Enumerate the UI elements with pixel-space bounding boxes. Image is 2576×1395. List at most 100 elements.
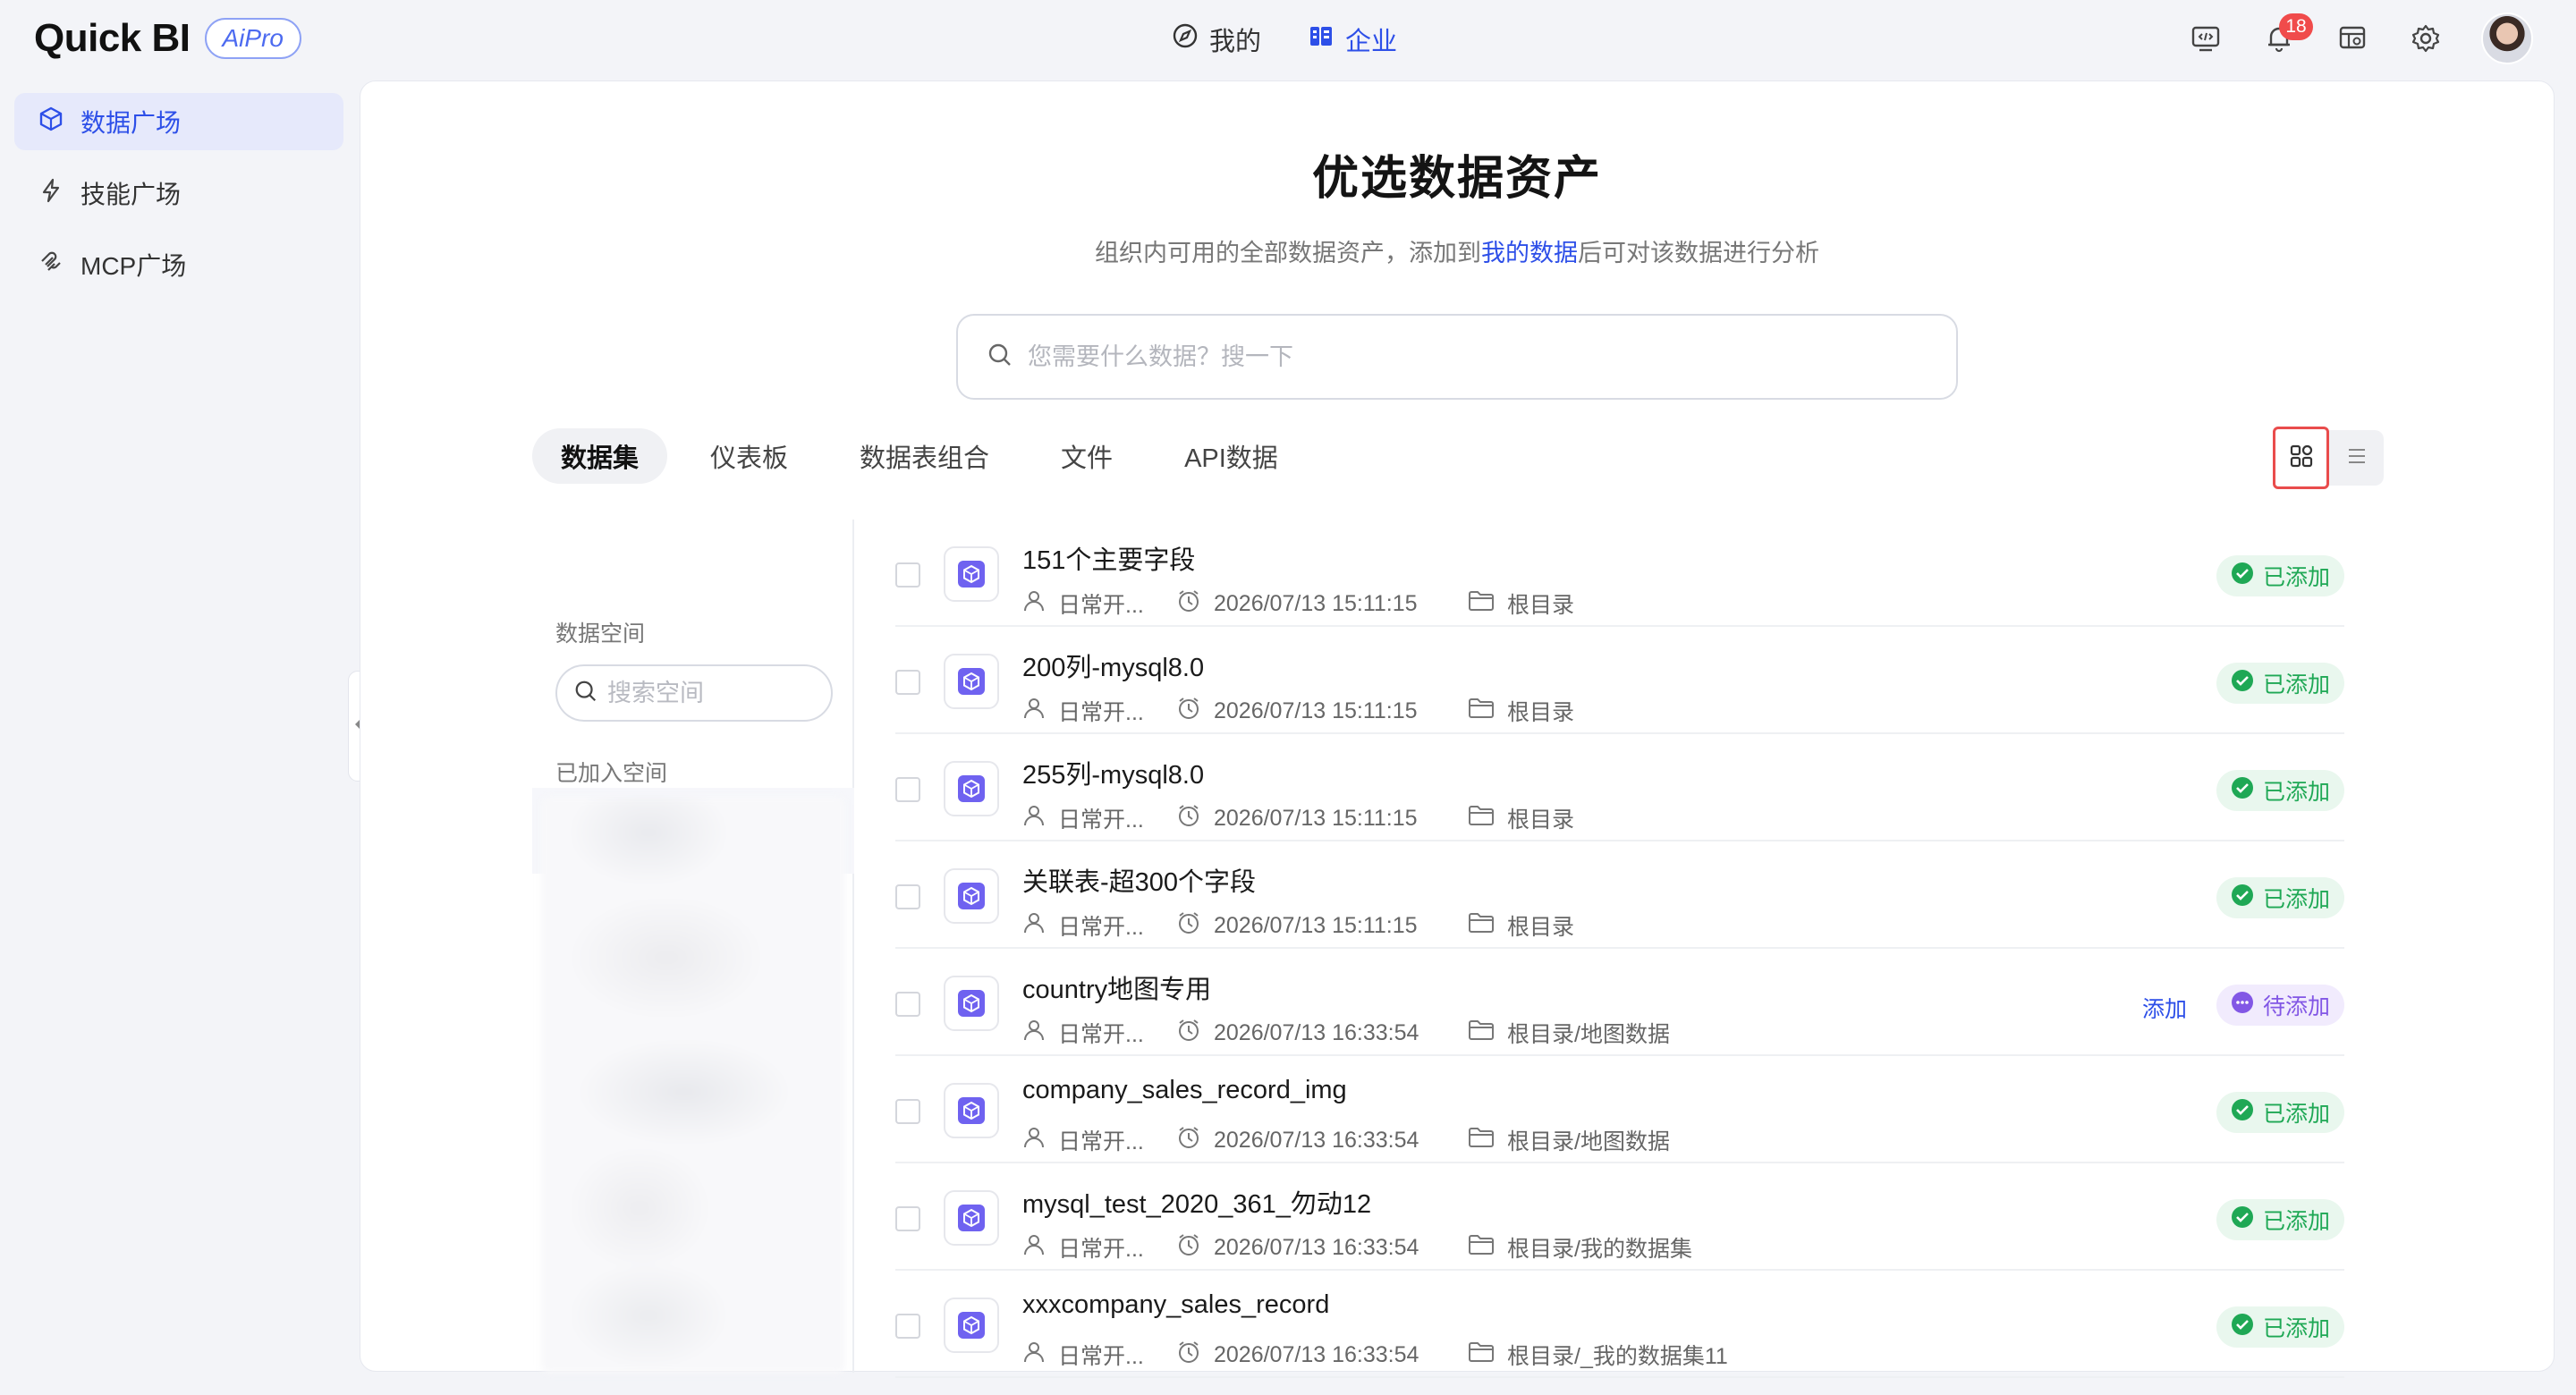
folder-icon xyxy=(1468,697,1495,726)
search-icon xyxy=(987,342,1013,373)
dataset-icon xyxy=(944,976,999,1031)
tab-table-combination[interactable]: 数据表组合 xyxy=(831,428,1018,484)
sidebar-item-label: 数据广场 xyxy=(80,109,182,137)
dataset-meta: 日常开... 2026/07/13 16:33:54 根目录/地图数据 xyxy=(1022,1017,1670,1049)
bell-icon[interactable]: 18 xyxy=(2261,13,2313,56)
path-text: 根目录/地图数据 xyxy=(1507,1022,1670,1047)
sidebar-item-skill-plaza[interactable]: 技能广场 xyxy=(14,165,343,222)
nav-enterprise[interactable]: 企业 xyxy=(1308,18,1397,61)
folder-icon xyxy=(1468,911,1495,941)
status-badge: 已添加 xyxy=(2216,1092,2344,1133)
tab-dataset[interactable]: 数据集 xyxy=(532,428,668,484)
logo-text: Quick BI xyxy=(34,16,191,60)
blurred-space-list xyxy=(541,797,845,1373)
row-checkbox[interactable] xyxy=(895,1314,920,1339)
alarm-clock-icon xyxy=(1176,696,1201,727)
row-checkbox[interactable] xyxy=(895,1206,920,1231)
status-text: 已添加 xyxy=(2262,1102,2330,1127)
my-data-link[interactable]: 我的数据 xyxy=(1481,240,1578,266)
sidebar-item-data-plaza[interactable]: 数据广场 xyxy=(14,93,343,150)
logo[interactable]: Quick BI AiPro xyxy=(34,16,301,61)
folder-icon xyxy=(1468,1233,1495,1263)
owner-name: 日常开... xyxy=(1058,593,1144,618)
folder-path: 根目录 xyxy=(1468,909,1574,942)
alarm-clock-icon xyxy=(1176,910,1201,942)
time-text: 2026/07/13 16:33:54 xyxy=(1214,1234,1419,1260)
table-row[interactable]: country地图专用 日常开... 2026/07/13 16:33:54 根… xyxy=(895,949,2344,1056)
building-icon xyxy=(1308,22,1335,56)
table-row[interactable]: 关联表-超300个字段 日常开... 2026/07/13 15:11:15 根… xyxy=(895,841,2344,949)
dataset-name[interactable]: 151个主要字段 xyxy=(1022,539,1195,577)
compass-icon xyxy=(1172,22,1199,56)
grid-view-button[interactable] xyxy=(2273,427,2330,489)
owner: 日常开... xyxy=(1022,1339,1176,1371)
dataset-icon xyxy=(944,1298,999,1353)
dataset-name[interactable]: 255列-mysql8.0 xyxy=(1022,754,1204,791)
dataset-meta: 日常开... 2026/07/13 16:33:54 根目录/地图数据 xyxy=(1022,1124,1670,1156)
time-text: 2026/07/13 15:11:15 xyxy=(1214,590,1418,616)
asset-search-box[interactable] xyxy=(956,314,1958,400)
table-row[interactable]: xxxcompany_sales_record 日常开... 2026/07/1… xyxy=(895,1271,2344,1378)
person-icon xyxy=(1022,1126,1046,1155)
folder-icon xyxy=(1468,1126,1495,1155)
tab-dashboard[interactable]: 仪表板 xyxy=(682,428,817,484)
tab-file[interactable]: 文件 xyxy=(1032,428,1141,484)
table-row[interactable]: company_sales_record_img 日常开... 2026/07/… xyxy=(895,1056,2344,1163)
gear-icon[interactable] xyxy=(2408,21,2444,56)
folder-path: 根目录/地图数据 xyxy=(1468,1017,1670,1049)
owner: 日常开... xyxy=(1022,588,1176,620)
status-badge: 待添加 xyxy=(2216,985,2344,1026)
status-text: 已添加 xyxy=(2262,887,2330,912)
code-screen-icon[interactable] xyxy=(2188,21,2224,56)
dashboard-settings-icon[interactable] xyxy=(2334,21,2370,56)
person-icon xyxy=(1022,1340,1046,1370)
person-icon xyxy=(1022,1019,1046,1048)
row-checkbox[interactable] xyxy=(895,562,920,588)
dataset-name[interactable]: 关联表-超300个字段 xyxy=(1022,861,1256,899)
dataset-icon xyxy=(944,546,999,602)
dataset-name[interactable]: 200列-mysql8.0 xyxy=(1022,647,1204,684)
cube-icon xyxy=(38,106,64,139)
folder-icon xyxy=(1468,804,1495,833)
joined-spaces-label: 已加入空间 xyxy=(555,761,668,786)
tab-api-data[interactable]: API数据 xyxy=(1156,428,1307,484)
owner-name: 日常开... xyxy=(1058,1129,1144,1154)
data-space-panel: 数据空间 已加入空间 xyxy=(532,520,854,1373)
mcp-icon xyxy=(38,249,64,282)
modified-time: 2026/07/13 15:11:15 xyxy=(1176,696,1468,727)
sidebar: 数据广场 技能广场 MCP广场 xyxy=(14,93,343,308)
folder-path: 根目录 xyxy=(1468,588,1574,620)
folder-icon xyxy=(1468,1019,1495,1048)
row-checkbox[interactable] xyxy=(895,992,920,1017)
dataset-icon xyxy=(944,868,999,924)
avatar[interactable] xyxy=(2481,13,2533,64)
dataset-name[interactable]: company_sales_record_img xyxy=(1022,1076,1347,1105)
nav-mine[interactable]: 我的 xyxy=(1172,18,1261,61)
time-text: 2026/07/13 16:33:54 xyxy=(1214,1019,1419,1045)
list-view-button[interactable] xyxy=(2329,430,2384,486)
table-row[interactable]: 255列-mysql8.0 日常开... 2026/07/13 15:11:15… xyxy=(895,734,2344,841)
row-checkbox[interactable] xyxy=(895,777,920,802)
status-text: 已添加 xyxy=(2262,780,2330,805)
row-checkbox[interactable] xyxy=(895,1099,920,1124)
dataset-name[interactable]: country地图专用 xyxy=(1022,968,1211,1006)
time-text: 2026/07/13 16:33:54 xyxy=(1214,1127,1419,1153)
table-row[interactable]: 151个主要字段 日常开... 2026/07/13 15:11:15 根目录 … xyxy=(895,520,2344,627)
dataset-name[interactable]: mysql_test_2020_361_勿动12 xyxy=(1022,1183,1371,1221)
folder-path: 根目录 xyxy=(1468,802,1574,834)
row-checkbox[interactable] xyxy=(895,884,920,909)
search-input[interactable] xyxy=(1028,342,1833,371)
table-row[interactable]: 200列-mysql8.0 日常开... 2026/07/13 15:11:15… xyxy=(895,627,2344,734)
row-checkbox[interactable] xyxy=(895,670,920,695)
space-search-input[interactable] xyxy=(607,679,822,707)
space-search-box[interactable] xyxy=(555,664,833,722)
add-button[interactable]: 添加 xyxy=(2142,992,2187,1024)
person-icon xyxy=(1022,911,1046,941)
table-row[interactable]: mysql_test_2020_361_勿动12 日常开... 2026/07/… xyxy=(895,1163,2344,1271)
check-circle-icon xyxy=(2231,884,2254,913)
folder-path: 根目录/我的数据集 xyxy=(1468,1231,1692,1264)
sidebar-item-mcp-plaza[interactable]: MCP广场 xyxy=(14,236,343,293)
dataset-name[interactable]: xxxcompany_sales_record xyxy=(1022,1290,1329,1320)
grid-icon xyxy=(2288,443,2315,474)
path-text: 根目录 xyxy=(1507,700,1575,725)
